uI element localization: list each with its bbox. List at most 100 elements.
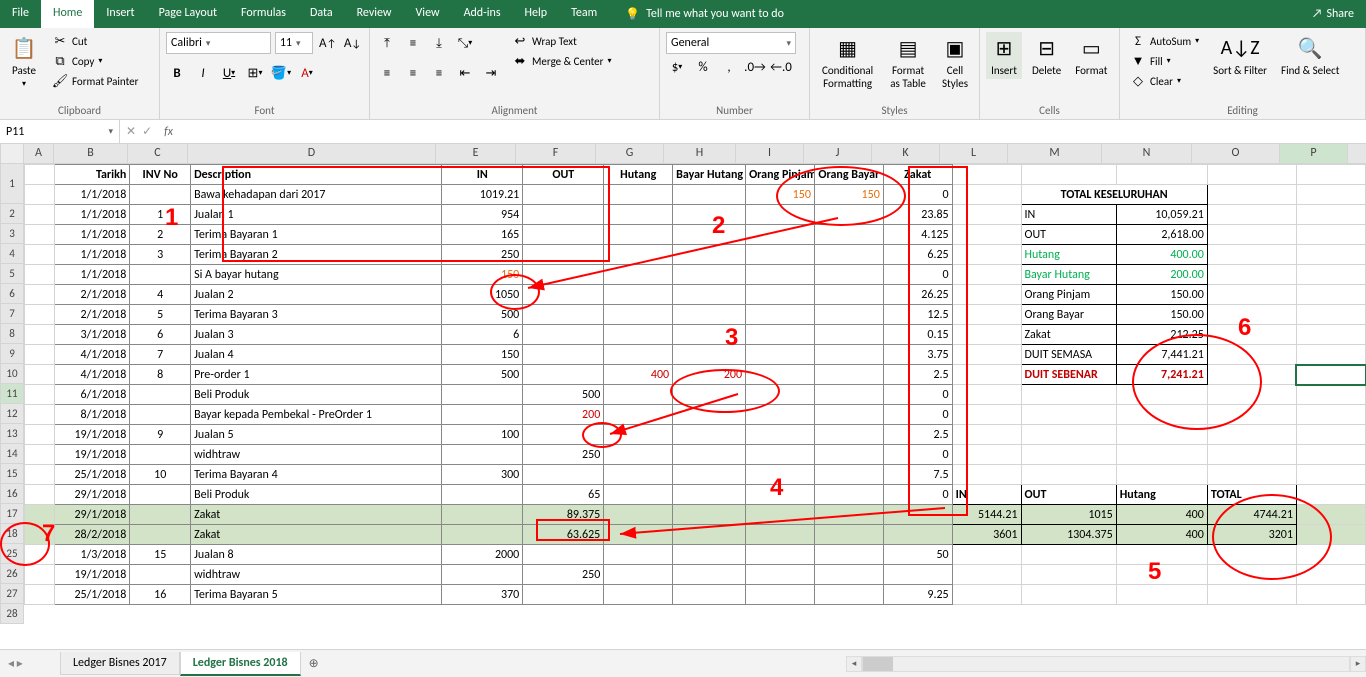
group-alignment-label: Alignment — [376, 102, 653, 117]
wrap-text-button[interactable]: ↩Wrap Text — [508, 32, 616, 50]
cell-styles-icon: ▣ — [941, 34, 969, 62]
eraser-icon: ◇ — [1130, 73, 1146, 89]
cell-styles-button[interactable]: ▣Cell Styles — [937, 32, 973, 92]
cancel-icon[interactable]: ✕ — [126, 124, 136, 139]
insert-cells-button[interactable]: ⊞Insert — [986, 32, 1022, 79]
group-editing-label: Editing — [1126, 102, 1359, 117]
worksheet-area: ABCDEFGHIJKLMNOP 12345678910111213141516… — [0, 144, 1366, 649]
cond-format-icon: ▦ — [834, 34, 862, 62]
fill-color-button[interactable]: 🪣▾ — [270, 62, 292, 84]
tab-home[interactable]: Home — [41, 0, 94, 28]
italic-button[interactable]: I — [192, 62, 214, 84]
align-left-button[interactable]: ≡ — [376, 62, 398, 84]
align-right-button[interactable]: ≡ — [428, 62, 450, 84]
share-icon: ↗ — [1312, 7, 1323, 21]
percent-button[interactable]: % — [692, 56, 714, 78]
dec-decimal-button[interactable]: ←.0 — [770, 56, 792, 78]
scissors-icon: ✂ — [52, 33, 68, 49]
paste-button[interactable]: 📋Paste▾ — [6, 32, 42, 91]
new-sheet-button[interactable]: ⊕ — [301, 652, 327, 675]
copy-button[interactable]: ⧉Copy▾ — [48, 52, 142, 70]
fill-button[interactable]: ▼Fill▾ — [1126, 52, 1203, 70]
tab-formulas[interactable]: Formulas — [229, 0, 298, 28]
merge-icon: ⬌ — [512, 53, 528, 69]
wrap-icon: ↩ — [512, 33, 528, 49]
align-center-button[interactable]: ≡ — [402, 62, 424, 84]
select-all-corner[interactable] — [0, 144, 24, 164]
cond-format-button[interactable]: ▦Conditional Formatting — [816, 32, 879, 92]
grow-font-button[interactable]: A↑ — [317, 32, 338, 54]
brush-icon: 🖌 — [52, 73, 68, 89]
indent-inc-button[interactable]: ⇥ — [480, 62, 502, 84]
find-select-button[interactable]: 🔍Find & Select — [1277, 32, 1343, 79]
ribbon: 📋Paste▾ ✂Cut ⧉Copy▾ 🖌Format Painter Clip… — [0, 28, 1366, 120]
align-top-button[interactable]: ⤒ — [376, 32, 398, 54]
group-styles-label: Styles — [816, 102, 973, 117]
fx-buttons: ✕✓ — [120, 124, 158, 139]
name-box[interactable]: P11▾ — [0, 120, 120, 143]
tab-addins[interactable]: Add-ins — [452, 0, 513, 28]
group-font-label: Font — [166, 102, 363, 117]
tab-help[interactable]: Help — [513, 0, 560, 28]
cells-grid[interactable]: TarikhINV NoDescriptionINOUTHutangBayar … — [24, 164, 1366, 605]
format-cells-button[interactable]: ▭Format — [1071, 32, 1111, 79]
tab-view[interactable]: View — [404, 0, 452, 28]
align-bottom-button[interactable]: ⤓ — [428, 32, 450, 54]
align-middle-button[interactable]: ≡ — [402, 32, 424, 54]
table-icon: ▤ — [894, 34, 922, 62]
tell-me[interactable]: 💡Tell me what you want to do — [609, 0, 784, 28]
tab-team[interactable]: Team — [559, 0, 609, 28]
search-icon: 🔍 — [1296, 34, 1324, 62]
group-number-label: Number — [666, 102, 803, 117]
format-painter-button[interactable]: 🖌Format Painter — [48, 72, 142, 90]
group-cells-label: Cells — [986, 102, 1113, 117]
sort-filter-button[interactable]: A↓ZSort & Filter — [1209, 32, 1271, 79]
merge-center-button[interactable]: ⬌Merge & Center▾ — [508, 52, 616, 70]
tab-file[interactable]: File — [0, 0, 41, 28]
fill-icon: ▼ — [1130, 53, 1146, 69]
currency-button[interactable]: $▾ — [666, 56, 688, 78]
copy-icon: ⧉ — [52, 53, 68, 69]
delete-cells-button[interactable]: ⊟Delete — [1028, 32, 1065, 79]
font-name-combo[interactable]: Calibri▾ — [166, 32, 271, 54]
bold-button[interactable]: B — [166, 62, 188, 84]
indent-dec-button[interactable]: ⇤ — [454, 62, 476, 84]
group-clipboard-label: Clipboard — [6, 102, 153, 117]
autosum-button[interactable]: ΣAutoSum▾ — [1126, 32, 1203, 50]
enter-icon[interactable]: ✓ — [142, 124, 152, 139]
lightbulb-icon: 💡 — [625, 7, 640, 22]
inc-decimal-button[interactable]: .0→ — [744, 56, 766, 78]
number-format-combo[interactable]: General▾ — [666, 32, 796, 54]
tab-insert[interactable]: Insert — [94, 0, 146, 28]
sheet-tab-2018[interactable]: Ledger Bisnes 2018 — [180, 652, 301, 676]
delete-icon: ⊟ — [1033, 34, 1061, 62]
format-table-button[interactable]: ▤Format as Table — [885, 32, 931, 92]
sigma-icon: Σ — [1130, 33, 1146, 49]
tab-data[interactable]: Data — [298, 0, 345, 28]
tab-page-layout[interactable]: Page Layout — [147, 0, 229, 28]
underline-button[interactable]: U▾ — [218, 62, 240, 84]
insert-icon: ⊞ — [990, 34, 1018, 62]
column-headers[interactable]: ABCDEFGHIJKLMNOP — [24, 144, 1366, 164]
share-button[interactable]: ↗Share — [1300, 0, 1366, 28]
borders-button[interactable]: ⊞▾ — [244, 62, 266, 84]
format-icon: ▭ — [1077, 34, 1105, 62]
sheet-nav[interactable]: ◂ ▸ — [8, 656, 23, 671]
shrink-font-button[interactable]: A↓ — [342, 32, 363, 54]
sheet-tab-bar: ◂ ▸ Ledger Bisnes 2017 Ledger Bisnes 201… — [0, 649, 1366, 677]
fx-icon[interactable]: fx — [158, 125, 179, 139]
orientation-button[interactable]: ⤡▾ — [454, 32, 476, 54]
sheet-tab-2017[interactable]: Ledger Bisnes 2017 — [60, 652, 180, 675]
font-size-combo[interactable]: 11▾ — [275, 32, 313, 54]
menu-tabs: File Home Insert Page Layout Formulas Da… — [0, 0, 1366, 28]
formula-bar-row: P11▾ ✕✓ fx — [0, 120, 1366, 144]
cut-button[interactable]: ✂Cut — [48, 32, 142, 50]
row-headers[interactable]: 12345678910111213141516171825262728 — [0, 164, 24, 624]
comma-button[interactable]: , — [718, 56, 740, 78]
tab-review[interactable]: Review — [345, 0, 404, 28]
clear-button[interactable]: ◇Clear▾ — [1126, 72, 1203, 90]
sort-icon: A↓Z — [1226, 34, 1254, 62]
font-color-button[interactable]: A▾ — [296, 62, 318, 84]
horizontal-scrollbar[interactable]: ◂▸ — [846, 656, 1366, 672]
clipboard-icon: 📋 — [10, 34, 38, 62]
